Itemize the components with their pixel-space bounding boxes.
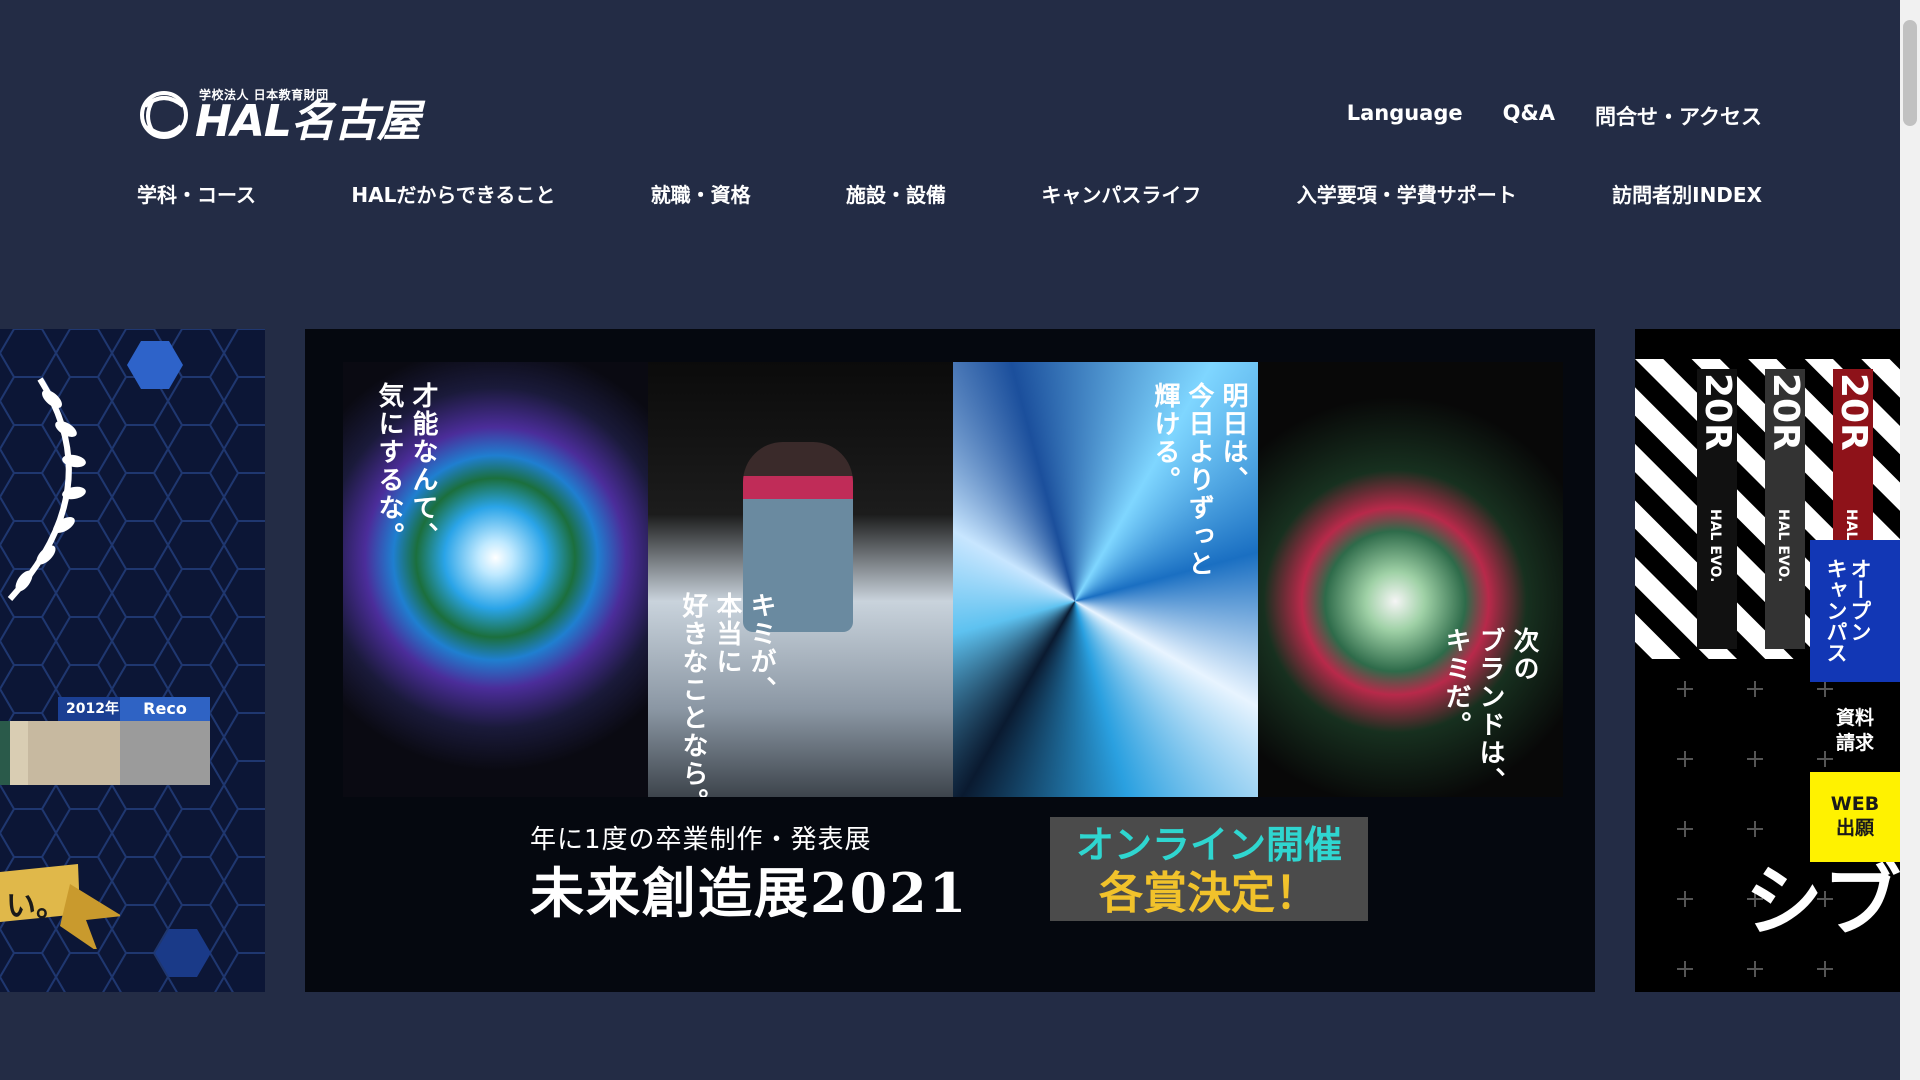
open-campus-button[interactable]: オープン キャンパス: [1810, 540, 1900, 682]
poster-brand: 次の ブランドは、 キミだ。: [1258, 362, 1563, 797]
online-award-badge: オンライン開催 各賞決定！: [1050, 817, 1368, 921]
utility-nav: Language Q&A 問合せ・アクセス: [1347, 101, 1762, 131]
poster-brand-text: 次の ブランドは、 キミだ。: [1441, 627, 1539, 795]
web-application-button[interactable]: WEB 出願: [1810, 772, 1900, 862]
nav-admissions[interactable]: 入学要項・学費サポート: [1297, 179, 1517, 208]
flag-gray-2: 20R HAL EVO.: [1765, 369, 1806, 649]
flag-1-big: 20R: [1697, 373, 1738, 451]
web-application-label: WEB 出願: [1830, 793, 1880, 839]
document-request-button[interactable]: 資料 請求: [1810, 692, 1900, 768]
flag-1-small: HAL EVO.: [1707, 509, 1723, 583]
nav-departments[interactable]: 学科・コース: [137, 179, 256, 208]
hal-logo-icon: [140, 91, 188, 139]
document-request-label: 資料 請求: [1835, 707, 1874, 754]
language-link[interactable]: Language: [1347, 101, 1463, 131]
main-nav: 学科・コース HALだからできること 就職・資格 施設・設備 キャンパスライフ …: [137, 179, 1762, 208]
award-photo-strip: [0, 721, 210, 785]
flag-3-big: 20R: [1833, 373, 1874, 451]
award-year-label: 2012年: [58, 697, 127, 721]
open-campus-label: オープン キャンパス: [1824, 558, 1872, 663]
scrollbar-thumb[interactable]: [1903, 20, 1917, 126]
nav-careers[interactable]: 就職・資格: [651, 179, 751, 208]
poster-passion-text: キミが、 本当に 好きなことなら。: [678, 592, 776, 797]
page-scrollbar[interactable]: [1900, 0, 1920, 1080]
nav-hal-features[interactable]: HALだからできること: [351, 179, 555, 208]
site-logo[interactable]: 学校法人 日本教育財団 HAL名古屋: [135, 84, 421, 146]
laurel-wreath-icon: [7, 377, 86, 602]
exhibition-title: 未来創造展2021: [530, 861, 969, 925]
carousel-slide-prev[interactable]: 2012年 Reco い。: [0, 329, 265, 992]
ribbon-text: い。: [6, 889, 66, 924]
carousel-slide-current[interactable]: 才能なんて、 気にするな。 キミが、 本当に 好きなことなら。 明日は、 今日よ…: [305, 329, 1595, 992]
qa-link[interactable]: Q&A: [1503, 101, 1555, 131]
poster-tomorrow-text: 明日は、 今日よりずっと 輝ける。: [1150, 382, 1248, 578]
poster-talent: 才能なんて、 気にするな。: [343, 362, 648, 797]
flag-3-small: HAL: [1843, 509, 1859, 541]
flag-black-1: 20R HAL EVO.: [1697, 369, 1738, 649]
logo-wordmark: HAL名古屋: [195, 96, 421, 147]
contact-access-link[interactable]: 問合せ・アクセス: [1595, 101, 1762, 131]
badge-online-text: オンライン開催: [1075, 823, 1342, 867]
badge-award-text: 各賞決定！: [1099, 868, 1319, 919]
poster-tomorrow: 明日は、 今日よりずっと 輝ける。: [953, 362, 1258, 797]
poster-talent-text: 才能なんて、 気にするな。: [374, 382, 438, 550]
flag-2-small: HAL EVO.: [1775, 509, 1791, 583]
award-reco-label: Reco: [120, 697, 210, 721]
nav-campus-life[interactable]: キャンパスライフ: [1041, 179, 1201, 208]
nav-facilities[interactable]: 施設・設備: [846, 179, 946, 208]
flag-2-big: 20R: [1765, 373, 1806, 451]
nav-visitor-index[interactable]: 訪問者別INDEX: [1612, 179, 1762, 208]
poster-passion: キミが、 本当に 好きなことなら。: [648, 362, 953, 797]
